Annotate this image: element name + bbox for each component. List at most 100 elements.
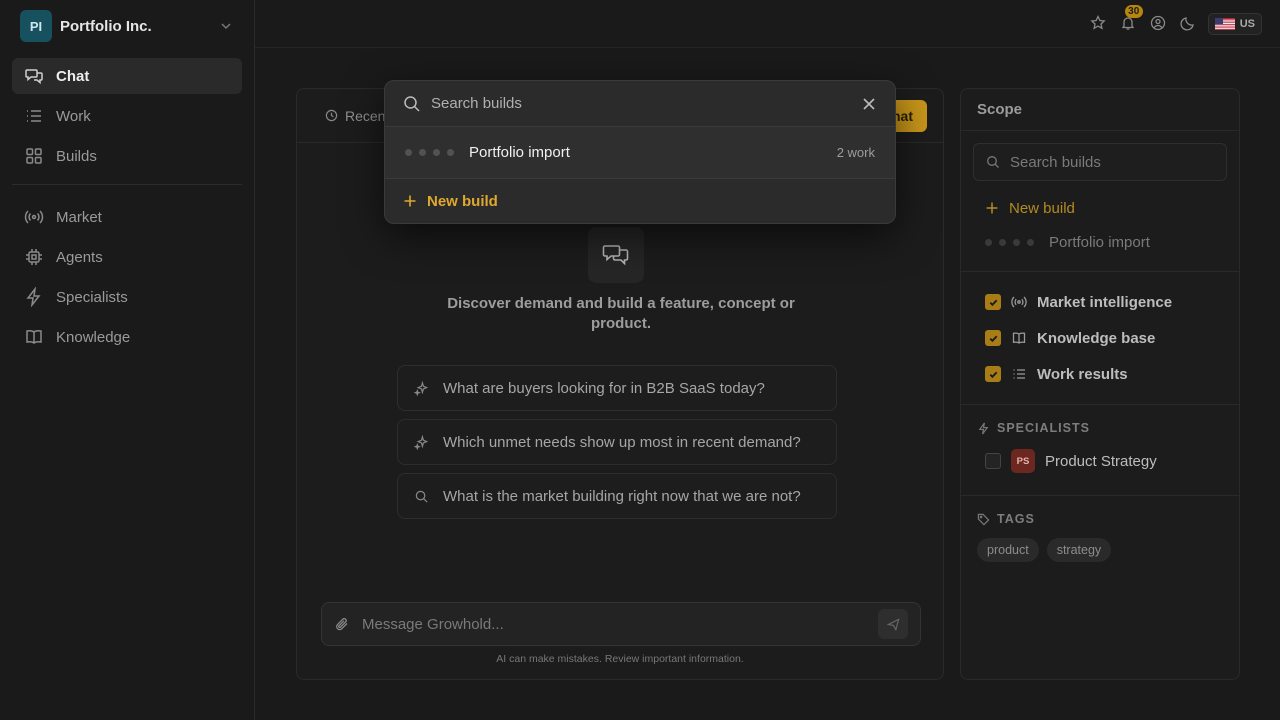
section-label-text: TAGS — [997, 512, 1035, 526]
list-icon — [1013, 369, 1025, 379]
specialist-avatar: PS — [1011, 449, 1035, 473]
popover-new-build-button[interactable]: New build — [385, 179, 895, 223]
sidebar-item-work[interactable]: Work — [12, 98, 242, 134]
welcome-message: Discover demand and build a feature, con… — [447, 295, 795, 332]
checkbox-checked[interactable] — [985, 294, 1001, 310]
search-builds-input[interactable] — [431, 95, 861, 112]
star-icon[interactable] — [1090, 14, 1108, 33]
scope-checkbox-work-results[interactable]: Work results — [961, 356, 1239, 392]
sidebar-item-label: Builds — [56, 147, 97, 165]
book-icon — [26, 329, 42, 344]
specialists-section-label: SPECIALISTS — [961, 417, 1239, 439]
broadcast-icon — [1011, 296, 1027, 308]
divider — [961, 271, 1239, 272]
build-name: Portfolio import — [1049, 233, 1150, 251]
scope-search-input[interactable]: Search builds — [973, 143, 1227, 181]
scope-checkbox-knowledge-base[interactable]: Knowledge base — [961, 320, 1239, 356]
org-switcher[interactable]: PI Portfolio Inc. — [0, 0, 254, 52]
moon-icon[interactable] — [1180, 15, 1198, 33]
scope-build-item[interactable]: Portfolio import — [961, 225, 1239, 259]
scope-checkbox-label: Work results — [1037, 365, 1128, 383]
list-icon — [27, 110, 41, 122]
grid-icon — [26, 148, 42, 164]
search-builds-popover: Portfolio import 2 work New build — [384, 80, 896, 224]
search-icon — [987, 156, 999, 168]
broadcast-icon — [24, 210, 44, 224]
scope-checkbox-label: Market intelligence — [1037, 293, 1173, 311]
language-selector[interactable]: US — [1207, 12, 1262, 35]
sidebar-item-builds[interactable]: Builds — [12, 138, 242, 174]
sidebar-item-specialists[interactable]: Specialists — [12, 279, 242, 315]
user-circle-icon[interactable] — [1150, 15, 1168, 33]
suggestion-item[interactable]: What are buyers looking for in B2B SaaS … — [397, 365, 837, 411]
sidebar-item-market[interactable]: Market — [12, 199, 242, 235]
lightning-icon — [978, 422, 989, 434]
us-flag-icon — [1214, 17, 1235, 30]
bell-icon[interactable]: 30 — [1120, 4, 1143, 33]
tag-icon — [977, 513, 990, 525]
suggestion-text: What is the market building right now th… — [443, 487, 801, 505]
tag-chip[interactable]: product — [977, 538, 1039, 562]
nav-divider — [12, 184, 242, 185]
paperclip-icon[interactable] — [334, 616, 350, 632]
top-bar: 30 US — [255, 0, 1280, 48]
new-build-label: New build — [427, 192, 498, 210]
build-option-name: Portfolio import — [469, 144, 570, 161]
close-icon[interactable] — [861, 96, 877, 112]
sidebar-item-label: Knowledge — [56, 328, 131, 346]
message-composer — [321, 602, 921, 646]
chip-icon — [26, 249, 42, 265]
checkbox-checked[interactable] — [985, 366, 1001, 382]
check-icon — [989, 371, 997, 378]
suggestion-text: Which unmet needs show up most in recent… — [443, 433, 801, 451]
scope-new-build-button[interactable]: New build — [961, 193, 1239, 223]
sparkle-icon — [414, 434, 429, 450]
checkbox-checked[interactable] — [985, 330, 1001, 346]
sidebar-item-label: Specialists — [56, 288, 128, 306]
scope-panel: Scope Search builds New build Portfolio … — [960, 88, 1240, 680]
build-progress-dots — [405, 149, 461, 156]
clock-icon — [325, 109, 338, 122]
recent-chats-button[interactable]: Recen — [325, 108, 385, 124]
specialist-item[interactable]: PS Product Strategy — [961, 439, 1239, 483]
build-option[interactable]: Portfolio import 2 work — [385, 127, 895, 179]
scope-search-placeholder: Search builds — [1010, 153, 1101, 171]
checkbox-unchecked[interactable] — [985, 453, 1001, 469]
section-label-text: SPECIALISTS — [997, 421, 1090, 435]
sidebar-item-chat[interactable]: Chat — [12, 58, 242, 94]
build-progress-dots — [985, 238, 1041, 246]
language-code: US — [1239, 17, 1255, 30]
scope-checkbox-label: Knowledge base — [1037, 329, 1156, 347]
suggestion-text: What are buyers looking for in B2B SaaS … — [443, 379, 765, 397]
build-work-count: 2 work — [836, 145, 875, 160]
sidebar-item-agents[interactable]: Agents — [12, 239, 242, 275]
plus-icon — [986, 202, 998, 214]
book-icon — [1012, 332, 1026, 344]
message-input[interactable] — [362, 615, 878, 633]
scope-title: Scope — [961, 89, 1239, 131]
sidebar-item-label: Market — [56, 208, 102, 226]
check-icon — [989, 299, 997, 306]
chevron-down-icon — [221, 23, 231, 30]
notification-count-badge: 30 — [1124, 4, 1143, 18]
sidebar-item-label: Work — [56, 107, 91, 125]
sidebar-item-knowledge[interactable]: Knowledge — [12, 319, 242, 355]
search-icon — [415, 490, 428, 503]
scope-checkbox-market-intelligence[interactable]: Market intelligence — [961, 284, 1239, 320]
tag-chip[interactable]: strategy — [1046, 538, 1112, 562]
sidebar-nav: Chat Work Builds Market Agents Specialis… — [0, 52, 254, 355]
ai-disclaimer: AI can make mistakes. Review important i… — [496, 653, 744, 665]
org-name: Portfolio Inc. — [60, 17, 152, 35]
org-avatar: PI — [20, 10, 52, 42]
tag-list: product strategy — [961, 538, 1239, 562]
send-icon — [886, 617, 900, 631]
suggestion-item[interactable]: Which unmet needs show up most in recent… — [397, 419, 837, 465]
send-button[interactable] — [878, 609, 908, 639]
divider — [961, 404, 1239, 405]
lightning-icon — [26, 287, 41, 307]
chat-bubbles-icon — [588, 227, 644, 283]
suggestion-item[interactable]: What is the market building right now th… — [397, 473, 837, 519]
plus-icon — [404, 195, 416, 207]
specialist-name: Product Strategy — [1045, 452, 1157, 470]
tags-section-label: TAGS — [961, 508, 1239, 530]
